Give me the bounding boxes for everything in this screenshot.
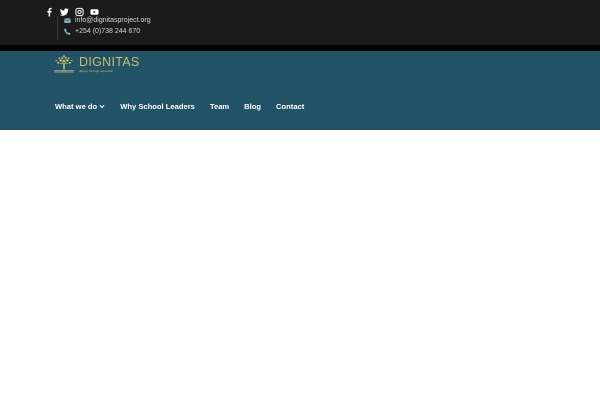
site-logo[interactable]: DIGNITAS dignity through education [52, 55, 140, 73]
envelope-icon [64, 18, 71, 23]
social-links [45, 7, 99, 17]
tree-logo-icon [54, 55, 74, 73]
instagram-icon[interactable] [75, 7, 84, 17]
nav-item-contact[interactable]: Contact [276, 102, 304, 111]
logo-text-group: DIGNITAS dignity through education [79, 56, 140, 73]
logo-wordmark: DIGNITAS [79, 55, 140, 69]
youtube-icon[interactable] [90, 7, 99, 17]
nav-item-label: Team [209, 102, 230, 111]
phone-text: +254 (0)738 244 670 [75, 28, 141, 35]
facebook-icon[interactable] [45, 7, 54, 17]
nav-item-label: Why School Leaders [120, 102, 195, 111]
top-bar: info@dignitasproject.org +254 (0)738 244… [0, 0, 600, 45]
contact-phone[interactable]: +254 (0)738 244 670 [64, 28, 140, 35]
phone-icon [64, 28, 71, 35]
nav-item-label: What we do [55, 102, 98, 111]
nav-item-what-we-do[interactable]: What we do [55, 102, 105, 111]
site-header: DIGNITAS dignity through education What … [0, 51, 600, 130]
nav-item-why-school-leaders[interactable]: Why School Leaders [120, 102, 195, 111]
nav-item-blog[interactable]: Blog [244, 102, 261, 111]
twitter-icon[interactable] [60, 7, 69, 17]
nav-item-label: Contact [276, 102, 305, 111]
nav-item-label: Blog [244, 102, 262, 111]
chevron-down-icon [99, 104, 105, 109]
logo-tagline: dignity through education [79, 69, 114, 73]
contact-divider [57, 16, 58, 40]
nav-item-team[interactable]: Team [210, 102, 229, 111]
main-nav: What we do Why School Leaders Team Blog … [55, 102, 304, 111]
contact-email[interactable]: info@dignitasproject.org [64, 17, 151, 24]
email-text: info@dignitasproject.org [75, 17, 151, 24]
